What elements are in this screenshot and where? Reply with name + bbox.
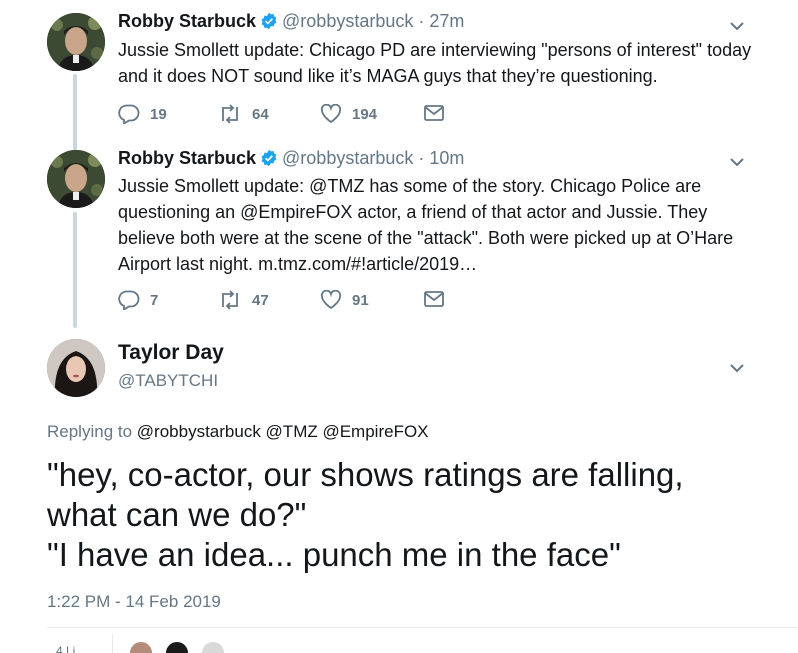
tweet-actions: 7 47 91 bbox=[118, 290, 458, 312]
liker-avatar[interactable] bbox=[128, 640, 154, 653]
reply-icon bbox=[118, 104, 140, 124]
tweet-text-line: "hey, co-actor, our shows ratings are fa… bbox=[47, 456, 684, 493]
reply-count: 7 bbox=[150, 291, 159, 309]
author-name[interactable]: Robby Starbuck bbox=[118, 11, 256, 31]
like-count: 91 bbox=[352, 291, 369, 309]
tweet-actions: 19 64 194 bbox=[118, 104, 458, 126]
thread-connector bbox=[73, 74, 77, 152]
retweet-button[interactable]: 47 bbox=[218, 290, 269, 310]
chevron-down-icon[interactable] bbox=[728, 153, 746, 171]
divider bbox=[112, 634, 113, 653]
envelope-icon bbox=[424, 291, 444, 307]
likes-label[interactable]: 4 Li bbox=[56, 644, 75, 653]
tweet-text: "hey, co-actor, our shows ratings are fa… bbox=[47, 455, 787, 575]
tweet-timestamp[interactable]: 1:22 PM - 14 Feb 2019 bbox=[47, 592, 221, 612]
like-button[interactable]: 194 bbox=[320, 104, 377, 124]
tweet-text-line: what can we do?" bbox=[47, 496, 307, 533]
reply-icon bbox=[118, 290, 140, 310]
divider bbox=[47, 627, 798, 628]
author-name[interactable]: Taylor Day bbox=[118, 341, 224, 365]
reply-count: 19 bbox=[150, 105, 167, 123]
replying-prefix: Replying to bbox=[47, 422, 133, 441]
heart-icon bbox=[320, 290, 342, 310]
like-button[interactable]: 91 bbox=[320, 290, 369, 310]
retweet-icon bbox=[222, 290, 238, 310]
author-handle[interactable]: @robbystarbuck bbox=[282, 148, 413, 168]
author-handle[interactable]: @robbystarbuck bbox=[282, 11, 413, 31]
like-count: 194 bbox=[352, 105, 378, 123]
tweet-time[interactable]: 10m bbox=[429, 148, 464, 168]
tweet-header: Robby Starbuck @robbystarbuck · 10m bbox=[118, 148, 464, 169]
verified-badge-icon bbox=[260, 12, 278, 30]
tweet-time[interactable]: 27m bbox=[429, 11, 464, 31]
tweet-text-line: "I have an idea... punch me in the face" bbox=[47, 536, 621, 573]
dm-button[interactable] bbox=[423, 290, 455, 308]
avatar[interactable] bbox=[47, 339, 105, 397]
replying-to-links[interactable]: @robbystarbuck @TMZ @EmpireFOX bbox=[137, 422, 429, 441]
tweet-text: Jussie Smollett update: Chicago PD are i… bbox=[118, 40, 752, 86]
envelope-icon bbox=[424, 105, 444, 121]
reply-button[interactable]: 7 bbox=[118, 290, 158, 310]
tweet-header: Robby Starbuck @robbystarbuck · 27m bbox=[118, 11, 464, 32]
liker-avatar[interactable] bbox=[164, 640, 190, 653]
tweet-text: Jussie Smollett update: @TMZ has some of… bbox=[118, 176, 734, 274]
thread-connector bbox=[73, 212, 77, 328]
avatar[interactable] bbox=[47, 13, 105, 71]
chevron-down-icon[interactable] bbox=[728, 359, 746, 377]
retweet-count: 47 bbox=[252, 291, 269, 309]
author-name[interactable]: Robby Starbuck bbox=[118, 148, 256, 168]
verified-badge-icon bbox=[260, 149, 278, 167]
reply-button[interactable]: 19 bbox=[118, 104, 167, 124]
separator-dot: · bbox=[418, 148, 425, 168]
retweet-count: 64 bbox=[252, 105, 269, 123]
retweet-icon bbox=[222, 104, 238, 124]
avatar[interactable] bbox=[47, 150, 105, 208]
chevron-down-icon[interactable] bbox=[728, 17, 746, 35]
liker-avatar[interactable] bbox=[200, 640, 226, 653]
separator-dot: · bbox=[418, 11, 425, 31]
author-handle[interactable]: @TABYTCHI bbox=[118, 371, 218, 391]
retweet-button[interactable]: 64 bbox=[218, 104, 269, 124]
dm-button[interactable] bbox=[423, 104, 455, 122]
heart-icon bbox=[320, 104, 342, 124]
replying-to: Replying to @robbystarbuck @TMZ @EmpireF… bbox=[47, 422, 429, 442]
